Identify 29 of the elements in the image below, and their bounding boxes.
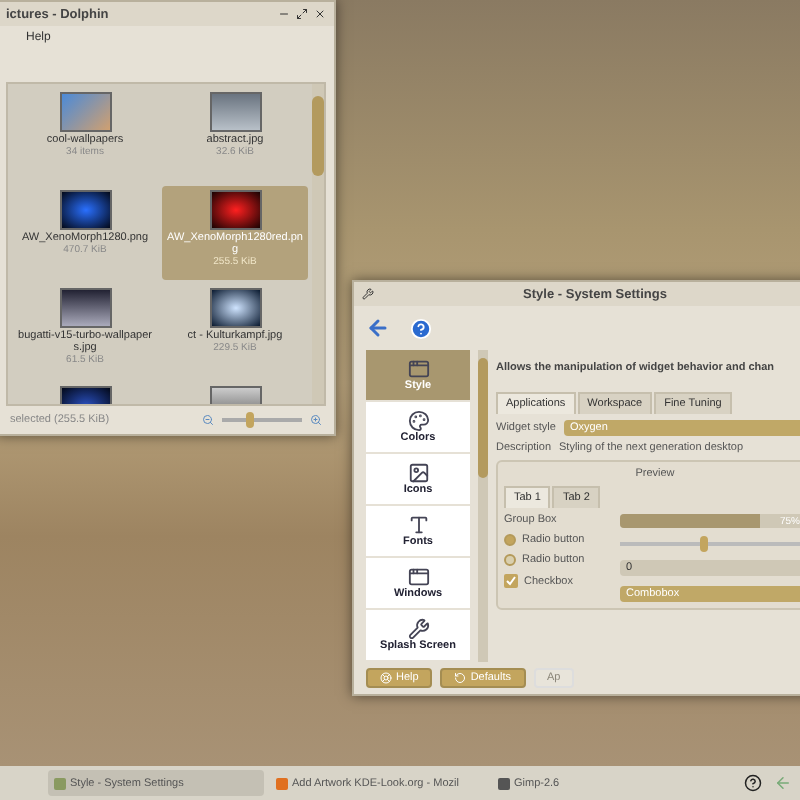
app-icon bbox=[498, 777, 510, 789]
button-icon bbox=[454, 672, 467, 684]
close-icon bbox=[314, 8, 326, 20]
category-icon bbox=[407, 566, 429, 588]
zoom-in-icon bbox=[310, 414, 322, 426]
scrollbar[interactable] bbox=[478, 350, 488, 662]
app-icon bbox=[54, 777, 66, 789]
file-thumbnail bbox=[59, 288, 111, 328]
category-icon bbox=[407, 618, 429, 640]
category-icon bbox=[407, 462, 429, 484]
button-icon bbox=[380, 672, 392, 684]
wrench-icon bbox=[362, 288, 374, 300]
category-icon bbox=[407, 514, 429, 536]
tray-icon bbox=[774, 774, 792, 792]
scrollbar[interactable] bbox=[312, 84, 324, 404]
back-icon[interactable] bbox=[366, 316, 390, 340]
file-thumbnail bbox=[209, 190, 261, 230]
file-thumbnail bbox=[59, 190, 111, 230]
help-icon[interactable] bbox=[410, 317, 432, 339]
category-icon bbox=[407, 410, 429, 432]
category-icon bbox=[407, 358, 429, 380]
minimize-icon bbox=[278, 8, 290, 20]
checkmark-icon bbox=[506, 576, 516, 586]
file-thumbnail bbox=[59, 92, 111, 132]
zoom-out-icon bbox=[202, 414, 214, 426]
file-thumbnail bbox=[209, 288, 261, 328]
tray-icon bbox=[744, 774, 762, 792]
app-icon bbox=[276, 777, 288, 789]
file-thumbnail bbox=[209, 92, 261, 132]
